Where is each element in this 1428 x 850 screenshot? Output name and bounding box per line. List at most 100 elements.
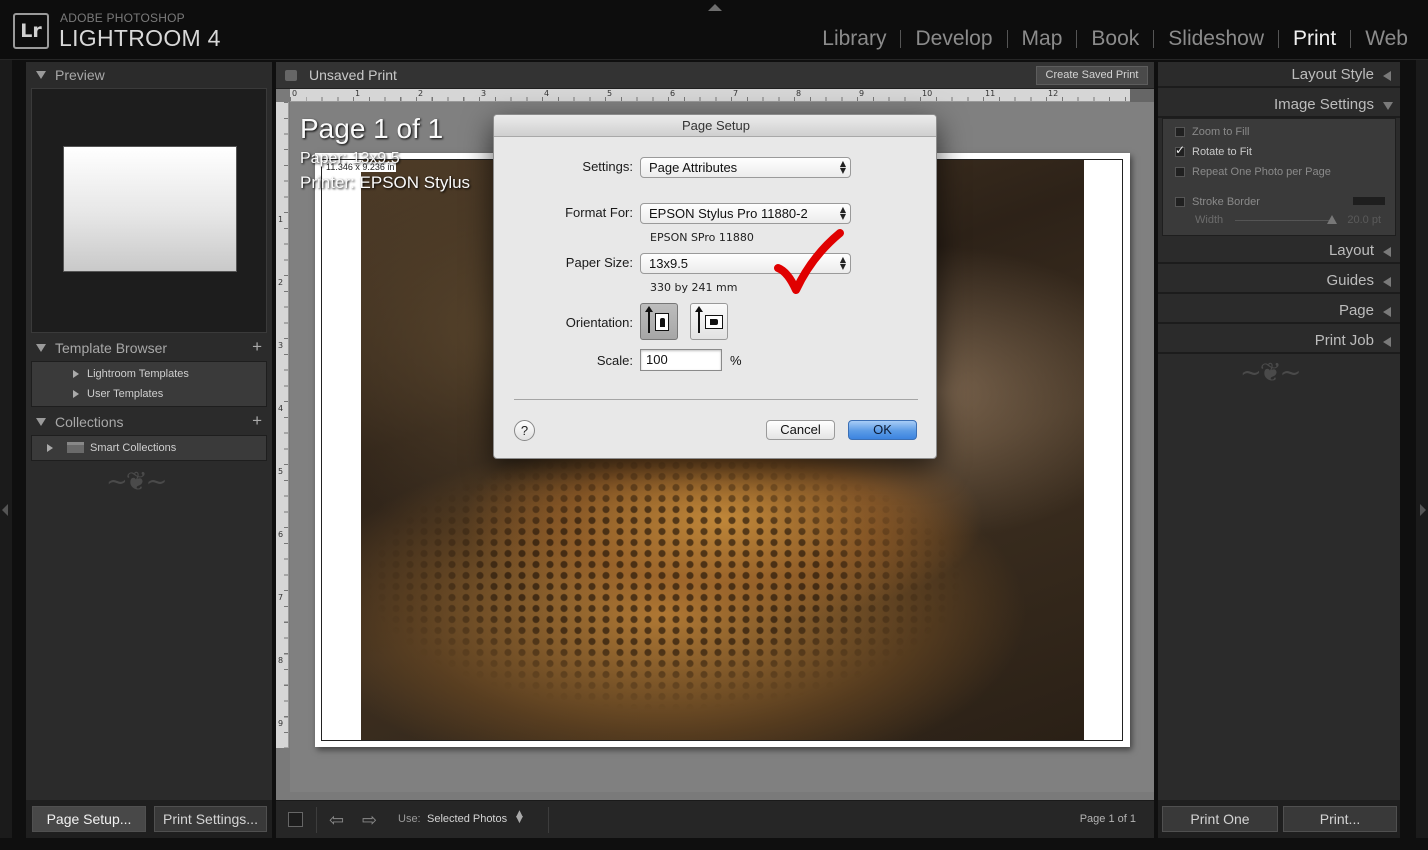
section-print-job[interactable]: Print Job [1158, 328, 1400, 354]
stepper-arrows-icon[interactable]: ▲ ▼ [516, 810, 523, 825]
top-bar: Lr ADOBE PHOTOSHOP LIGHTROOM 4 Library D… [0, 0, 1428, 60]
top-ruler: 0 1 2 3 4 5 6 7 8 9 10 11 12 [290, 89, 1130, 102]
portrait-orientation-button[interactable] [640, 303, 678, 340]
right-panel-toggle-strip[interactable] [1416, 60, 1428, 838]
ruler-label: 2 [278, 278, 284, 287]
ruler-label: 5 [278, 467, 284, 476]
stroke-color-swatch[interactable] [1353, 197, 1385, 205]
list-item-lightroom-templates[interactable]: Lightroom Templates [32, 364, 266, 384]
scale-input[interactable]: 100 [640, 349, 722, 371]
help-button[interactable]: ? [514, 420, 535, 441]
landscape-orientation-button[interactable] [690, 303, 728, 340]
settings-label: Settings: [582, 159, 633, 174]
left-panel-toggle-strip[interactable] [0, 60, 12, 838]
person-icon [660, 318, 665, 327]
ruler-label: 10 [922, 89, 933, 98]
page-view-toggle[interactable] [288, 812, 303, 827]
preview-title: Preview [55, 67, 105, 83]
width-label: Width [1195, 214, 1224, 226]
format-for-label: Format For: [565, 205, 633, 220]
collapse-top-panel-icon[interactable] [708, 4, 722, 11]
create-saved-print-button[interactable]: Create Saved Print [1036, 66, 1148, 85]
section-title: Layout Style [1291, 66, 1374, 83]
module-web[interactable]: Web [1351, 27, 1422, 51]
module-develop[interactable]: Develop [901, 27, 1006, 51]
next-page-icon[interactable]: ⇨ [362, 810, 377, 831]
add-template-icon[interactable]: + [252, 337, 262, 357]
checkbox-box [1175, 127, 1185, 137]
disclosure-down-icon [36, 344, 46, 352]
dialog-divider [514, 399, 918, 400]
center-toolbar: ⇦ ⇨ Use: Selected Photos ▲ ▼ Page 1 of 1 [276, 800, 1154, 838]
section-guides[interactable]: Guides [1158, 268, 1400, 294]
module-slideshow[interactable]: Slideshow [1154, 27, 1278, 51]
page-info-printer: Printer: EPSON Stylus [300, 173, 471, 192]
width-slider-knob[interactable] [1327, 215, 1337, 224]
section-image-settings[interactable]: Image Settings [1158, 92, 1400, 118]
ruler-label: 6 [278, 530, 284, 539]
ruler-label: 4 [544, 89, 550, 98]
collections-list: Smart Collections [31, 435, 267, 461]
collections-header[interactable]: Collections + [26, 410, 272, 434]
section-page[interactable]: Page [1158, 298, 1400, 324]
print-one-button[interactable]: Print One [1162, 806, 1278, 832]
ruler-label: 2 [418, 89, 424, 98]
print-settings-button[interactable]: Print Settings... [154, 806, 267, 832]
ruler-label: 4 [278, 404, 284, 413]
module-print[interactable]: Print [1279, 27, 1350, 51]
print-collection-icon [285, 70, 297, 81]
page-setup-dialog: Page Setup Settings: Page Attributes ▲ ▼ … [493, 114, 937, 459]
module-book[interactable]: Book [1077, 27, 1153, 51]
module-map[interactable]: Map [1008, 27, 1077, 51]
disclosure-down-icon [1383, 102, 1393, 110]
cancel-button[interactable]: Cancel [766, 420, 835, 440]
ok-button[interactable]: OK [848, 420, 917, 440]
ruler-label: 1 [355, 89, 361, 98]
section-title: Image Settings [1273, 96, 1374, 113]
lightroom-logo: Lr [13, 13, 49, 49]
paper-size-value: 13x9.5 [649, 256, 689, 271]
add-collection-icon[interactable]: + [252, 411, 262, 431]
image-settings-body: Zoom to Fill ✓ Rotate to Fit Repeat One … [1162, 118, 1396, 236]
page-setup-button[interactable]: Page Setup... [32, 806, 146, 832]
format-for-popup[interactable]: EPSON Stylus Pro 11880-2 ▲ ▼ [640, 203, 851, 224]
disclosure-left-icon [1383, 277, 1391, 287]
ruler-label: 5 [607, 89, 613, 98]
template-list: Lightroom Templates User Templates [31, 361, 267, 407]
disclosure-left-icon [1383, 71, 1391, 81]
ruler-end [1130, 89, 1154, 102]
width-value: 20.0 pt [1347, 214, 1381, 226]
section-layout-style[interactable]: Layout Style [1158, 62, 1400, 88]
template-browser-header[interactable]: Template Browser + [26, 336, 272, 360]
person-icon [710, 319, 718, 325]
paper-size-description: 330 by 241 mm [650, 281, 738, 294]
use-label: Use: [398, 813, 421, 825]
disclosure-left-icon [1383, 307, 1391, 317]
disclosure-right-icon [47, 444, 53, 452]
collection-set-icon [67, 442, 84, 453]
popup-arrows-icon: ▲ ▼ [839, 159, 846, 175]
ruler-label: 0 [292, 89, 298, 98]
ruler-label: 1 [278, 215, 284, 224]
list-item-user-templates[interactable]: User Templates [32, 384, 266, 404]
collapse-left-panel-icon [2, 504, 8, 516]
center-header: Unsaved Print Create Saved Print [276, 62, 1154, 89]
toolbar-divider [316, 807, 317, 833]
settings-popup[interactable]: Page Attributes ▲ ▼ [640, 157, 851, 178]
ruler-label: 9 [859, 89, 865, 98]
checkbox-box [1175, 167, 1185, 177]
left-ruler: 1 2 3 4 5 6 7 8 9 [276, 102, 289, 748]
orientation-label: Orientation: [565, 315, 633, 330]
list-item-smart-collections[interactable]: Smart Collections [32, 438, 266, 458]
width-slider-track[interactable] [1235, 220, 1330, 221]
use-selector[interactable]: Selected Photos [427, 813, 507, 825]
previous-page-icon[interactable]: ⇦ [329, 810, 344, 831]
ruler-label: 9 [278, 719, 284, 728]
checkbox-label: Rotate to Fit [1192, 146, 1252, 158]
module-library[interactable]: Library [808, 27, 900, 51]
paper-size-label: Paper Size: [565, 255, 633, 270]
print-button[interactable]: Print... [1283, 806, 1397, 832]
print-title: Unsaved Print [309, 67, 397, 83]
section-layout[interactable]: Layout [1158, 238, 1400, 264]
preview-panel-header[interactable]: Preview [26, 63, 272, 87]
